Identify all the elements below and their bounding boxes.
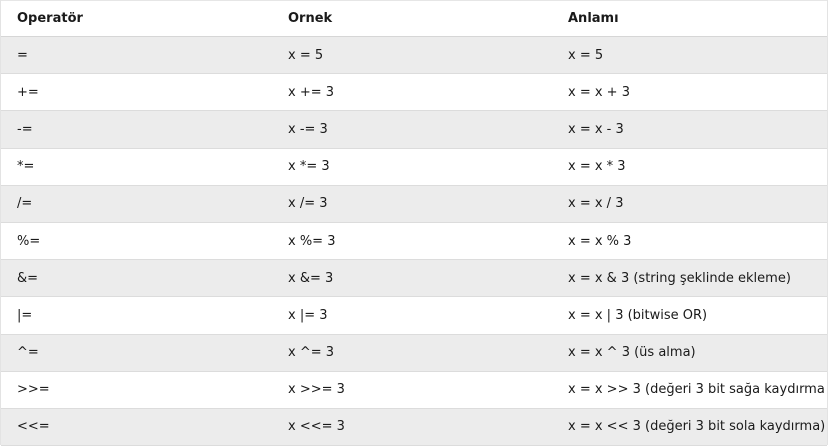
table-row: /= x /= 3 x = x / 3	[1, 185, 827, 223]
table-row: <<= x <<= 3 x = x << 3 (değeri 3 bit sol…	[1, 408, 827, 446]
cell-operator: <<=	[17, 419, 50, 435]
table-row: ^= x ^= 3 x = x ^ 3 (üs alma)	[1, 334, 827, 372]
cell-example: x |= 3	[288, 307, 328, 323]
header-operator: Operatör	[17, 11, 83, 26]
table-row: *= x *= 3 x = x * 3	[1, 148, 827, 186]
cell-operator: &=	[17, 270, 39, 286]
cell-example: x %= 3	[288, 233, 336, 249]
table-row: = x = 5 x = 5	[1, 37, 827, 75]
cell-example: x -= 3	[288, 121, 328, 137]
cell-operator: =	[17, 47, 28, 63]
cell-operator: -=	[17, 121, 33, 137]
cell-operator: >>=	[17, 382, 50, 398]
header-example: Örnek	[288, 11, 333, 26]
cell-example: x /= 3	[288, 196, 328, 212]
cell-example: x ^= 3	[288, 345, 335, 361]
table-row: &= x &= 3 x = x & 3 (string şeklinde ekl…	[1, 260, 827, 298]
cell-meaning: x = x - 3	[568, 121, 624, 137]
cell-example: x >>= 3	[288, 382, 345, 398]
cell-meaning: x = x << 3 (değeri 3 bit sola kaydırma)	[568, 419, 826, 435]
table-row: %= x %= 3 x = x % 3	[1, 222, 827, 261]
table-row: >>= x >>= 3 x = x >> 3 (değeri 3 bit sağ…	[1, 371, 827, 409]
table-row: -= x -= 3 x = x - 3	[1, 111, 827, 149]
cell-operator: |=	[17, 307, 33, 323]
cell-meaning: x = x * 3	[568, 159, 626, 175]
cell-meaning: x = x >> 3 (değeri 3 bit sağa kaydırma	[568, 382, 825, 398]
cell-operator: /=	[17, 196, 33, 212]
cell-example: x *= 3	[288, 159, 330, 175]
cell-operator: %=	[17, 233, 41, 249]
cell-meaning: x = x & 3 (string şeklinde ekleme)	[568, 270, 791, 286]
cell-meaning: x = x | 3 (bitwise OR)	[568, 307, 708, 323]
cell-meaning: x = x % 3	[568, 233, 632, 249]
header-meaning: Anlamı	[568, 11, 619, 26]
cell-operator: +=	[17, 84, 39, 100]
cell-operator: ^=	[17, 345, 39, 361]
cell-meaning: x = 5	[568, 47, 604, 63]
operator-table: Operatör Örnek Anlamı = x = 5 x = 5 += x…	[0, 0, 828, 446]
cell-operator: *=	[17, 159, 35, 175]
cell-meaning: x = x / 3	[568, 196, 624, 212]
cell-example: x += 3	[288, 84, 335, 100]
cell-example: x &= 3	[288, 270, 334, 286]
cell-meaning: x = x ^ 3 (üs alma)	[568, 345, 696, 361]
cell-example: x <<= 3	[288, 419, 345, 435]
table-row: += x += 3 x = x + 3	[1, 74, 827, 112]
cell-meaning: x = x + 3	[568, 84, 630, 100]
table-header: Operatör Örnek Anlamı	[1, 0, 827, 37]
table-row: |= x |= 3 x = x | 3 (bitwise OR)	[1, 297, 827, 335]
cell-example: x = 5	[288, 47, 324, 63]
